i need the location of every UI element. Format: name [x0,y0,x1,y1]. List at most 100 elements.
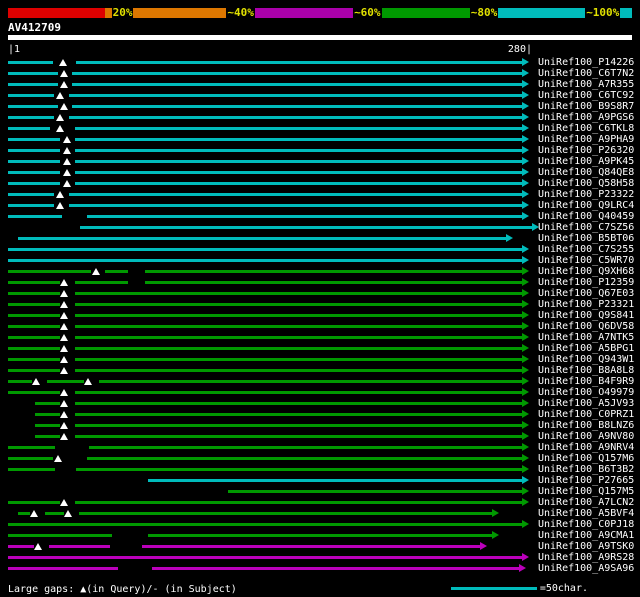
hit-bar[interactable] [8,248,522,251]
hit-bar[interactable] [147,479,522,482]
hit-label[interactable]: UniRef100_O49979 [538,387,634,398]
hit-bar[interactable] [8,149,522,152]
hit-bar[interactable] [35,424,522,427]
hit-bar[interactable] [8,281,522,284]
hit-label[interactable]: UniRef100_Q84QE8 [538,167,634,178]
hit-bar[interactable] [35,413,522,416]
hit-bar[interactable] [8,193,522,196]
hit-label[interactable]: UniRef100_P23322 [538,189,634,200]
hit-label[interactable]: UniRef100_Q58H58 [538,178,634,189]
hit-label[interactable]: UniRef100_A7R355 [538,79,634,90]
hit-label[interactable]: UniRef100_B9S8R7 [538,101,634,112]
hit-label[interactable]: UniRef100_A9SA96 [538,563,634,574]
hit-bar[interactable] [8,358,522,361]
hit-bar[interactable] [35,402,522,405]
hit-bar[interactable] [8,182,522,185]
hit-label[interactable]: UniRef100_A5BVF4 [538,508,634,519]
hit-label[interactable]: UniRef100_C5WR70 [538,255,634,266]
hit-label[interactable]: UniRef100_C0PRZ1 [538,409,634,420]
hit-label[interactable]: UniRef100_C6T7N2 [538,68,634,79]
hit-label[interactable]: UniRef100_P27665 [538,475,634,486]
hit-label[interactable]: UniRef100_B5BT06 [538,233,634,244]
hit-bar[interactable] [8,204,522,207]
hit-label[interactable]: UniRef100_A5BPG1 [538,343,634,354]
hit-bar[interactable] [8,534,493,537]
hit-label[interactable]: UniRef100_A9PGS6 [538,112,634,123]
hit-bar[interactable] [8,160,522,163]
hit-label[interactable]: UniRef100_P12359 [538,277,634,288]
hit-bar[interactable] [8,116,522,119]
hit-label[interactable]: UniRef100_B8A8L8 [538,365,634,376]
hit-bar[interactable] [8,468,522,471]
alignment-row: UniRef100_C6T7N2 [0,68,640,79]
hit-bar[interactable] [8,325,522,328]
hit-bar[interactable] [8,270,522,273]
hit-label[interactable]: UniRef100_Q9LRC4 [538,200,634,211]
hit-bar[interactable] [8,61,522,64]
hit-bar[interactable] [8,105,522,108]
hit-bar[interactable] [8,523,522,526]
hit-label[interactable]: UniRef100_Q40459 [538,211,634,222]
hit-label[interactable]: UniRef100_A9PHA9 [538,134,634,145]
hit-label[interactable]: UniRef100_C7S255 [538,244,634,255]
hit-arrowhead-icon [521,212,529,220]
hit-bar[interactable] [8,138,522,141]
alignment-track [8,530,532,541]
hit-label[interactable]: UniRef100_Q6DV58 [538,321,634,332]
hit-label[interactable]: UniRef100_A7NTK5 [538,332,634,343]
alignment-track [8,464,532,475]
hit-label[interactable]: UniRef100_Q67E03 [538,288,634,299]
hit-label[interactable]: UniRef100_C6TC92 [538,90,634,101]
hit-label[interactable]: UniRef100_C6TKL8 [538,123,634,134]
hit-bar[interactable] [8,545,480,548]
hit-bar[interactable] [8,314,522,317]
hit-bar[interactable] [8,127,522,130]
hit-label[interactable]: UniRef100_Q157M6 [538,453,634,464]
hit-bar[interactable] [35,435,522,438]
hit-label[interactable]: UniRef100_A9PK45 [538,156,634,167]
query-gap-triangle-icon [60,367,69,374]
hit-bar[interactable] [79,226,532,229]
hit-bar[interactable] [8,501,522,504]
hit-bar[interactable] [8,567,519,570]
alignment-track [8,398,532,409]
hit-label[interactable]: UniRef100_Q9S841 [538,310,634,321]
hit-label[interactable]: UniRef100_B8LNZ6 [538,420,634,431]
hit-bar[interactable] [8,94,522,97]
hit-label[interactable]: UniRef100_B4F9R9 [538,376,634,387]
hit-label[interactable]: UniRef100_P26320 [538,145,634,156]
hit-label[interactable]: UniRef100_Q943W1 [538,354,634,365]
hit-label[interactable]: UniRef100_Q9XH68 [538,266,634,277]
hit-bar[interactable] [8,369,522,372]
hit-label[interactable]: UniRef100_A7LCN2 [538,497,634,508]
hit-bar[interactable] [8,303,522,306]
hit-label[interactable]: UniRef100_C0PJ18 [538,519,634,530]
hit-label[interactable]: UniRef100_Q157M5 [538,486,634,497]
hit-bar[interactable] [8,259,522,262]
hit-label[interactable]: UniRef100_P14226 [538,57,634,68]
hit-bar[interactable] [8,556,522,559]
hit-label[interactable]: UniRef100_A9NV80 [538,431,634,442]
hit-bar[interactable] [8,171,522,174]
hit-bar[interactable] [17,512,493,515]
hit-label[interactable]: UniRef100_A9CMA1 [538,530,634,541]
hit-bar[interactable] [8,292,522,295]
alignment-row: UniRef100_Q67E03 [0,288,640,299]
hit-bar[interactable] [8,391,522,394]
hit-bar[interactable] [17,237,506,240]
hit-label[interactable]: UniRef100_A9RS28 [538,552,634,563]
hit-label[interactable]: UniRef100_P23321 [538,299,634,310]
hit-label[interactable]: UniRef100_A9NRV4 [538,442,634,453]
hit-bar[interactable] [8,336,522,339]
hit-label[interactable]: UniRef100_B6T3B2 [538,464,634,475]
alignment-track [8,497,532,508]
alignment-track [8,541,532,552]
hit-label[interactable]: UniRef100_A5JV93 [538,398,634,409]
hit-bar[interactable] [228,490,522,493]
hit-bar[interactable] [8,83,522,86]
hit-label[interactable]: UniRef100_C7SZ56 [538,222,634,233]
query-gap-triangle-icon [56,191,65,198]
hit-bar[interactable] [8,72,522,75]
hit-bar[interactable] [8,347,522,350]
hit-label[interactable]: UniRef100_A9TSK0 [538,541,634,552]
